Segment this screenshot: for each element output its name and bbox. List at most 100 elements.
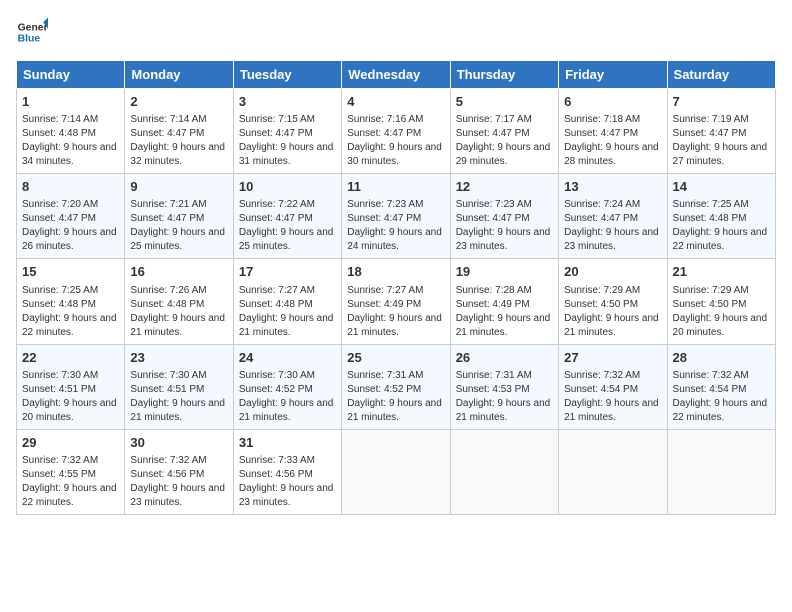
day-header-friday: Friday <box>559 61 667 89</box>
daylight-label: Daylight: 9 hours and 21 minutes. <box>564 398 659 423</box>
calendar-cell: 14Sunrise: 7:25 AMSunset: 4:48 PMDayligh… <box>667 174 775 259</box>
day-number: 5 <box>456 93 553 111</box>
daylight-label: Daylight: 9 hours and 21 minutes. <box>347 313 442 338</box>
sunrise-info: Sunrise: 7:23 AM <box>347 199 423 210</box>
daylight-label: Daylight: 9 hours and 21 minutes. <box>239 398 334 423</box>
day-number: 20 <box>564 263 661 281</box>
daylight-label: Daylight: 9 hours and 25 minutes. <box>239 227 334 252</box>
sunrise-info: Sunrise: 7:31 AM <box>456 370 532 381</box>
daylight-label: Daylight: 9 hours and 27 minutes. <box>673 142 768 167</box>
page-header: General Blue <box>16 16 776 48</box>
sunrise-info: Sunrise: 7:32 AM <box>673 370 749 381</box>
daylight-label: Daylight: 9 hours and 23 minutes. <box>564 227 659 252</box>
sunset-info: Sunset: 4:52 PM <box>239 384 313 395</box>
sunset-info: Sunset: 4:47 PM <box>239 213 313 224</box>
calendar-week-4: 22 Sunrise: 7:30 AM Sunset: 4:51 PM Dayligh… <box>17 344 776 429</box>
day-number: 19 <box>456 263 553 281</box>
calendar-cell <box>342 429 450 514</box>
calendar-cell: 8Sunrise: 7:20 AMSunset: 4:47 PMDaylight… <box>17 174 125 259</box>
day-number: 22 <box>22 349 119 367</box>
svg-text:Blue: Blue <box>18 34 41 45</box>
sunrise-info: Sunrise: 7:26 AM <box>130 285 206 296</box>
daylight-label: Daylight: 9 hours and 20 minutes. <box>22 398 117 423</box>
calendar-cell: 15Sunrise: 7:25 AMSunset: 4:48 PMDayligh… <box>17 259 125 344</box>
sunrise-info: Sunrise: 7:23 AM <box>456 199 532 210</box>
sunrise-info: Sunrise: 7:27 AM <box>347 285 423 296</box>
day-number: 12 <box>456 178 553 196</box>
daylight-label: Daylight: 9 hours and 21 minutes. <box>456 398 551 423</box>
sunset-info: Sunset: 4:56 PM <box>239 469 313 480</box>
sunrise-info: Sunrise: 7:16 AM <box>347 114 423 125</box>
daylight-label: Daylight: 9 hours and 24 minutes. <box>347 227 442 252</box>
daylight-label: Daylight: 9 hours and 31 minutes. <box>239 142 334 167</box>
sunset-info: Sunset: 4:51 PM <box>22 384 96 395</box>
sunset-info: Sunset: 4:54 PM <box>564 384 638 395</box>
sunrise-info: Sunrise: 7:17 AM <box>456 114 532 125</box>
calendar-cell: 3 Sunrise: 7:15 AM Sunset: 4:47 PM Daylight… <box>233 89 341 174</box>
sunrise-info: Sunrise: 7:29 AM <box>564 285 640 296</box>
sunrise-info: Sunrise: 7:20 AM <box>22 199 98 210</box>
calendar-cell: 26Sunrise: 7:31 AMSunset: 4:53 PMDayligh… <box>450 344 558 429</box>
calendar-table: SundayMondayTuesdayWednesdayThursdayFrid… <box>16 60 776 515</box>
calendar-cell: 18Sunrise: 7:27 AMSunset: 4:49 PMDayligh… <box>342 259 450 344</box>
daylight-label: Daylight: 9 hours and 29 minutes. <box>456 142 551 167</box>
day-header-tuesday: Tuesday <box>233 61 341 89</box>
day-number: 24 <box>239 349 336 367</box>
sunrise-info: Sunrise: 7:31 AM <box>347 370 423 381</box>
daylight-label: Daylight: 9 hours and 22 minutes. <box>22 483 117 508</box>
day-header-saturday: Saturday <box>667 61 775 89</box>
sunrise-info: Sunrise: 7:30 AM <box>239 370 315 381</box>
day-number: 6 <box>564 93 661 111</box>
daylight-label: Daylight: 9 hours and 34 minutes. <box>22 142 117 167</box>
sunrise-info: Sunrise: 7:14 AM <box>130 114 206 125</box>
calendar-cell: 10 Sunrise: 7:22 AM Sunset: 4:47 PM Dayligh… <box>233 174 341 259</box>
calendar-week-2: 8Sunrise: 7:20 AMSunset: 4:47 PMDaylight… <box>17 174 776 259</box>
sunrise-info: Sunrise: 7:32 AM <box>130 455 206 466</box>
calendar-cell: 4Sunrise: 7:16 AMSunset: 4:47 PMDaylight… <box>342 89 450 174</box>
sunset-info: Sunset: 4:50 PM <box>673 299 747 310</box>
sunrise-info: Sunrise: 7:22 AM <box>239 199 315 210</box>
day-header-wednesday: Wednesday <box>342 61 450 89</box>
sunset-info: Sunset: 4:52 PM <box>347 384 421 395</box>
calendar-cell: 23Sunrise: 7:30 AMSunset: 4:51 PMDayligh… <box>125 344 233 429</box>
sunset-info: Sunset: 4:53 PM <box>456 384 530 395</box>
day-number: 10 <box>239 178 336 196</box>
calendar-cell: 20Sunrise: 7:29 AMSunset: 4:50 PMDayligh… <box>559 259 667 344</box>
sunrise-info: Sunrise: 7:21 AM <box>130 199 206 210</box>
daylight-label: Daylight: 9 hours and 23 minutes. <box>456 227 551 252</box>
sunrise-info: Sunrise: 7:14 AM <box>22 114 98 125</box>
sunset-info: Sunset: 4:55 PM <box>22 469 96 480</box>
sunset-info: Sunset: 4:51 PM <box>130 384 204 395</box>
sunrise-info: Sunrise: 7:28 AM <box>456 285 532 296</box>
sunset-info: Sunset: 4:47 PM <box>456 213 530 224</box>
day-number: 1 <box>22 93 119 111</box>
calendar-cell: 7Sunrise: 7:19 AMSunset: 4:47 PMDaylight… <box>667 89 775 174</box>
day-number: 3 <box>239 93 336 111</box>
day-number: 14 <box>673 178 770 196</box>
calendar-cell: 31Sunrise: 7:33 AMSunset: 4:56 PMDayligh… <box>233 429 341 514</box>
daylight-label: Daylight: 9 hours and 21 minutes. <box>239 313 334 338</box>
daylight-label: Daylight: 9 hours and 23 minutes. <box>239 483 334 508</box>
sunrise-info: Sunrise: 7:32 AM <box>564 370 640 381</box>
sunset-info: Sunset: 4:47 PM <box>239 128 313 139</box>
logo-icon: General Blue <box>16 16 48 48</box>
day-number: 4 <box>347 93 444 111</box>
calendar-cell: 17Sunrise: 7:27 AMSunset: 4:48 PMDayligh… <box>233 259 341 344</box>
sunrise-info: Sunrise: 7:15 AM <box>239 114 315 125</box>
sunset-info: Sunset: 4:54 PM <box>673 384 747 395</box>
sunset-info: Sunset: 4:48 PM <box>22 299 96 310</box>
sunrise-info: Sunrise: 7:32 AM <box>22 455 98 466</box>
day-header-thursday: Thursday <box>450 61 558 89</box>
daylight-label: Daylight: 9 hours and 21 minutes. <box>564 313 659 338</box>
calendar-cell: 25Sunrise: 7:31 AMSunset: 4:52 PMDayligh… <box>342 344 450 429</box>
sunset-info: Sunset: 4:47 PM <box>130 128 204 139</box>
sunset-info: Sunset: 4:47 PM <box>347 128 421 139</box>
day-number: 31 <box>239 434 336 452</box>
sunset-info: Sunset: 4:56 PM <box>130 469 204 480</box>
daylight-label: Daylight: 9 hours and 32 minutes. <box>130 142 225 167</box>
sunrise-info: Sunrise: 7:24 AM <box>564 199 640 210</box>
day-number: 17 <box>239 263 336 281</box>
calendar-week-5: 29Sunrise: 7:32 AMSunset: 4:55 PMDayligh… <box>17 429 776 514</box>
sunrise-info: Sunrise: 7:18 AM <box>564 114 640 125</box>
calendar-cell: 28Sunrise: 7:32 AMSunset: 4:54 PMDayligh… <box>667 344 775 429</box>
